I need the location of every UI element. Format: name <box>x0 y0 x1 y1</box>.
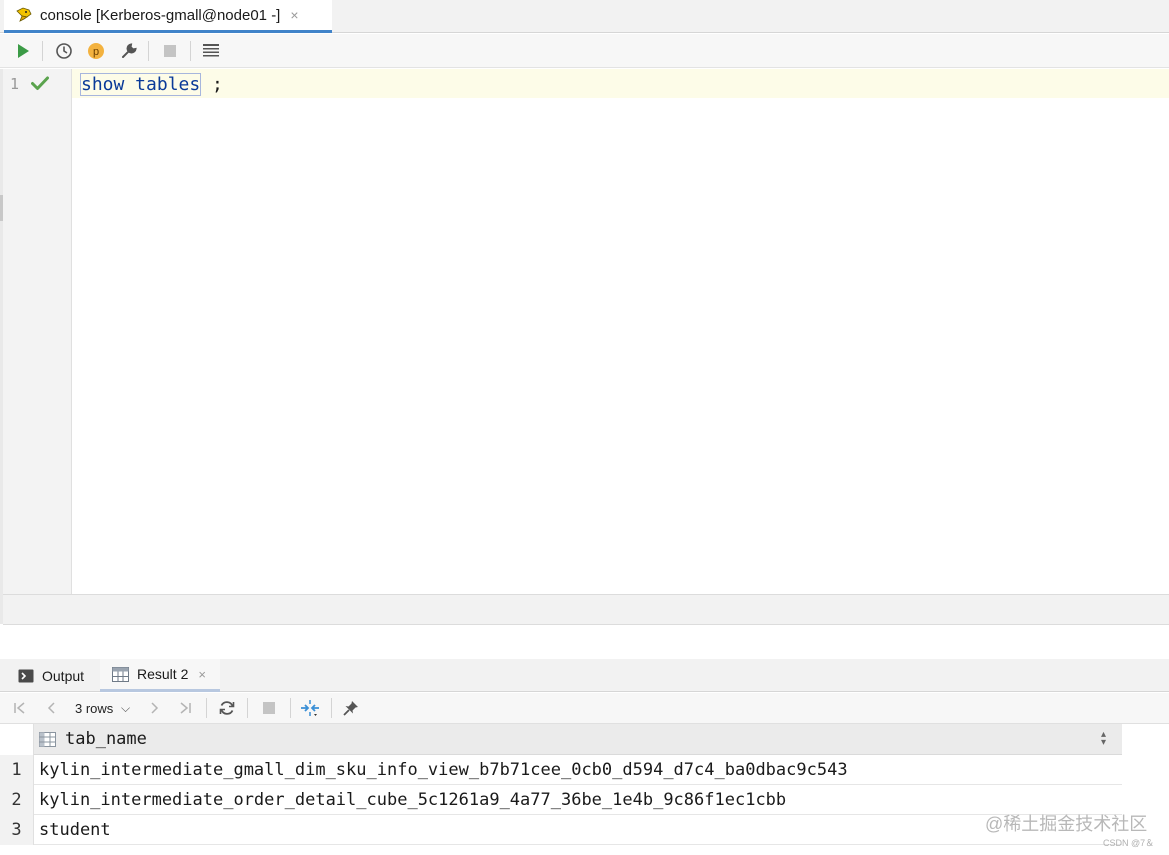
tab-output-label: Output <box>42 667 85 684</box>
sql-editor-line[interactable]: show tables ; <box>80 72 223 97</box>
table-row[interactable]: 3 student <box>0 815 1122 845</box>
editor-gutter <box>3 69 72 594</box>
close-icon[interactable]: × <box>290 7 298 23</box>
watermark: @稀土掘金技术社区 <box>985 814 1148 834</box>
toolbar-divider <box>190 41 191 61</box>
toolbar-divider <box>247 698 248 718</box>
editor-tab-bar: console [Kerberos-gmall@node01 -] × <box>0 0 1169 33</box>
current-line-highlight <box>72 69 1169 98</box>
close-icon[interactable]: × <box>198 667 206 682</box>
tab-result-2[interactable]: Result 2 × <box>100 659 220 692</box>
console-tab-title: console [Kerberos-gmall@node01 -] <box>40 6 281 24</box>
settings-wrench-icon[interactable] <box>118 40 140 62</box>
tab-result-label: Result 2 <box>137 666 189 682</box>
editor-toolbar: p <box>0 34 1169 68</box>
stop-icon[interactable] <box>159 40 181 62</box>
compare-arrows-icon[interactable] <box>299 697 321 719</box>
next-page-icon[interactable] <box>143 697 165 719</box>
toolbar-divider <box>331 698 332 718</box>
toolbar-divider <box>42 41 43 61</box>
column-header-tab-name[interactable]: tab_name <box>65 729 147 749</box>
history-icon[interactable] <box>53 40 75 62</box>
editor-status-strip <box>3 594 1169 625</box>
table-icon <box>112 666 129 682</box>
table-row[interactable]: 2 kylin_intermediate_order_detail_cube_5… <box>0 785 1122 815</box>
table-row[interactable]: 1 kylin_intermediate_gmall_dim_sku_info_… <box>0 755 1122 785</box>
last-page-icon[interactable] <box>174 697 196 719</box>
grid-corner[interactable] <box>0 724 34 755</box>
result-grid: tab_name ▴ ▾ 1 kylin_intermediate_gmall_d… <box>0 724 1122 855</box>
toolbar-divider <box>148 41 149 61</box>
watermark-small: CSDN @7＆ <box>1103 838 1155 848</box>
row-number: 2 <box>0 785 34 815</box>
sql-terminator: ; <box>201 74 223 95</box>
toolbar-divider <box>290 698 291 718</box>
chevron-down-icon[interactable]: ⌵ <box>121 701 130 716</box>
sort-icon[interactable]: ▴ ▾ <box>1101 730 1106 748</box>
hive-icon <box>16 7 32 22</box>
run-icon[interactable] <box>12 40 34 62</box>
refresh-icon[interactable] <box>216 697 238 719</box>
console-tab[interactable]: console [Kerberos-gmall@node01 -] × <box>4 0 332 33</box>
pin-icon[interactable] <box>340 697 362 719</box>
table-cell[interactable]: student <box>39 815 111 845</box>
grid-header: tab_name ▴ ▾ <box>0 724 1122 755</box>
parameters-icon[interactable]: p <box>85 40 107 62</box>
row-count-selector[interactable]: 3 rows <box>75 701 113 716</box>
stop-icon[interactable] <box>258 697 280 719</box>
toolbar-divider <box>206 698 207 718</box>
panel-splitter[interactable] <box>0 626 1169 659</box>
column-icon <box>39 732 56 747</box>
output-format-icon[interactable] <box>200 40 222 62</box>
result-toolbar: 3 rows ⌵ <box>0 693 1169 724</box>
line-number: 1 <box>10 75 20 93</box>
table-cell[interactable]: kylin_intermediate_order_detail_cube_5c1… <box>39 785 786 815</box>
sql-statement[interactable]: show tables <box>80 73 202 96</box>
row-number: 1 <box>0 755 34 785</box>
first-page-icon[interactable] <box>9 697 31 719</box>
svg-text:p: p <box>93 46 99 58</box>
tab-output[interactable]: Output <box>18 659 84 692</box>
row-number: 3 <box>0 815 34 845</box>
table-cell[interactable]: kylin_intermediate_gmall_dim_sku_info_vi… <box>39 755 848 785</box>
console-icon <box>18 669 34 683</box>
checkmark-icon <box>31 76 49 90</box>
services-tab-bar: Output Result 2 × <box>0 659 1169 692</box>
previous-page-icon[interactable] <box>41 697 63 719</box>
